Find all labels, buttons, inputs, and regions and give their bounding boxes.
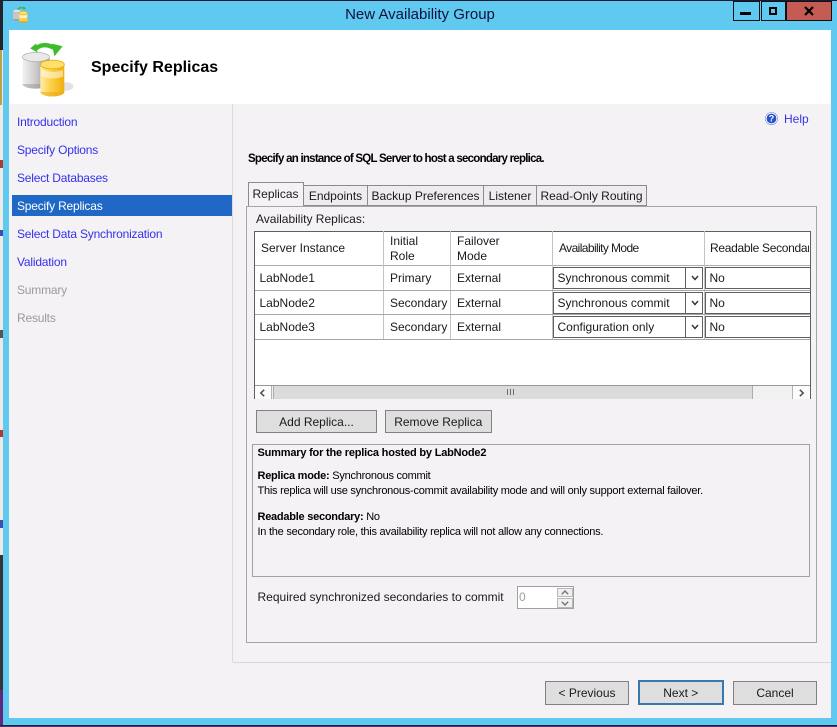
svg-text:?: ? (769, 113, 775, 123)
